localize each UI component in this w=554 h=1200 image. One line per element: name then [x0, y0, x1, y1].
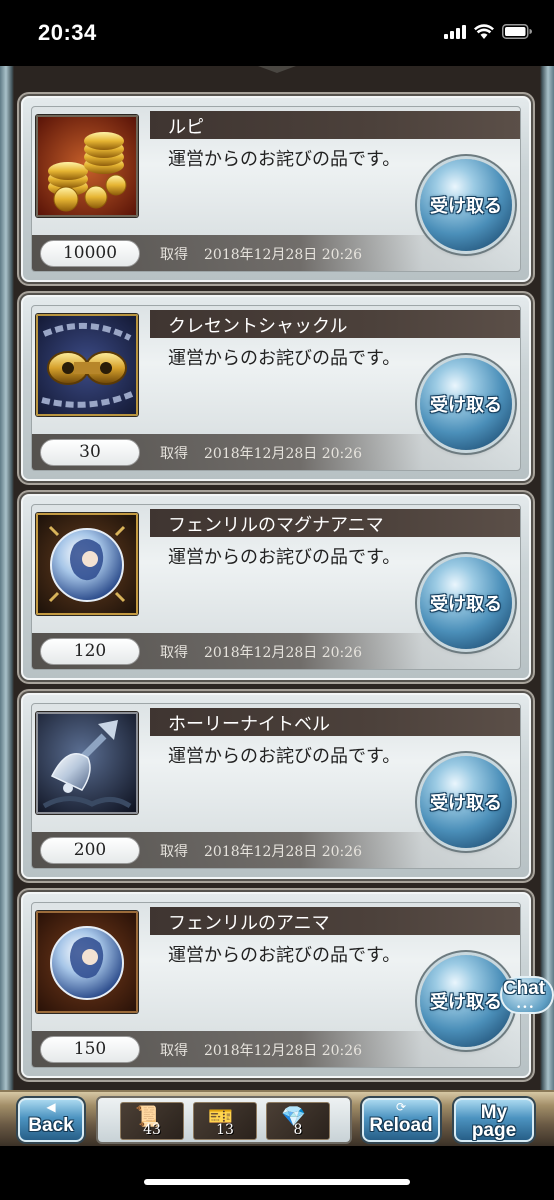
gift-item-inner: ホーリーナイトベル 運営からのお詫びの品です。 200 取得 2018年12月28…: [31, 703, 521, 869]
back-label: Back: [28, 1115, 74, 1136]
scroll-item-count: 43: [143, 1122, 161, 1138]
gift-item-description: 運営からのお詫びの品です。: [168, 945, 401, 966]
status-icons: [444, 24, 532, 39]
gift-item-quantity: 10000: [40, 240, 140, 267]
ticket-item-shortcut[interactable]: 🎫 13: [193, 1102, 257, 1140]
fenrir-omega-anima-icon: [36, 513, 138, 615]
wifi-icon: [474, 24, 494, 39]
crystal-item-count: 8: [293, 1122, 303, 1138]
receive-button-label: 受け取る: [430, 395, 502, 416]
gift-item-name: ホーリーナイトベル: [168, 714, 330, 735]
chat-dots: •••: [516, 1003, 535, 1013]
mypage-button[interactable]: My page: [454, 1098, 534, 1142]
gift-item-inner: ルピ 運営からのお詫びの品です。 10000 取得 2018年12月28日 20:…: [31, 106, 521, 272]
gift-item-quantity: 200: [40, 837, 140, 864]
receive-button[interactable]: 受け取る: [420, 358, 512, 450]
mypage-label-line2: page: [471, 1120, 517, 1141]
battery-icon: [502, 24, 532, 39]
gift-item-card: フェンリルのマグナアニマ 運営からのお詫びの品です。 120 取得 2018年12…: [21, 494, 531, 680]
ticket-item-count: 13: [216, 1122, 234, 1138]
received-date: 2018年12月28日 20:26: [204, 645, 363, 661]
gift-item-inner: フェンリルのアニマ 運営からのお詫びの品です。 150 取得 2018年12月28…: [31, 902, 521, 1068]
receive-button[interactable]: 受け取る: [420, 159, 512, 251]
gift-item-received: 取得 2018年12月28日 20:26: [160, 244, 362, 264]
received-label: 取得: [160, 645, 188, 661]
chat-label: Chat: [502, 978, 546, 999]
gift-item-quantity: 120: [40, 638, 140, 665]
receive-button-label: 受け取る: [430, 793, 502, 814]
gift-item-description: 運営からのお詫びの品です。: [168, 348, 401, 369]
receive-button[interactable]: 受け取る: [420, 756, 512, 848]
gift-item-description: 運営からのお詫びの品です。: [168, 149, 401, 170]
gift-item-received: 取得 2018年12月28日 20:26: [160, 841, 362, 861]
crescent-shackle-icon: [36, 314, 138, 416]
gift-item-name: ルピ: [168, 117, 204, 138]
fenrir-anima-icon: [36, 911, 138, 1013]
home-indicator-area: [0, 1146, 554, 1200]
back-button[interactable]: ◀ Back: [18, 1098, 84, 1142]
gift-item-description: 運営からのお詫びの品です。: [168, 547, 401, 568]
status-time: 20:34: [38, 20, 97, 45]
gift-item-name: フェンリルのマグナアニマ: [168, 515, 384, 536]
reload-button[interactable]: ⟳ Reload: [362, 1098, 440, 1142]
gift-item-title-bar: クレセントシャックル: [150, 310, 520, 338]
home-indicator[interactable]: [144, 1179, 410, 1185]
gift-item-name: クレセントシャックル: [168, 316, 348, 337]
gift-item-card: フェンリルのアニマ 運営からのお詫びの品です。 150 取得 2018年12月28…: [21, 892, 531, 1078]
received-date: 2018年12月28日 20:26: [204, 247, 363, 263]
item-shortcut-panel: 📜 43 🎫 13 💎 8: [96, 1096, 352, 1144]
cellular-signal-icon: [444, 24, 466, 39]
received-date: 2018年12月28日 20:26: [204, 446, 363, 462]
reload-icon: ⟳: [395, 1100, 407, 1114]
gift-item-title-bar: フェンリルのアニマ: [150, 907, 520, 935]
received-label: 取得: [160, 1043, 188, 1059]
receive-button[interactable]: 受け取る: [420, 557, 512, 649]
gift-item-title-bar: ホーリーナイトベル: [150, 708, 520, 736]
gift-item-title-bar: ルピ: [150, 111, 520, 139]
received-label: 取得: [160, 446, 188, 462]
received-date: 2018年12月28日 20:26: [204, 844, 363, 860]
gift-item-received: 取得 2018年12月28日 20:26: [160, 1040, 362, 1060]
ornament-icon: [258, 66, 296, 73]
crystal-item-shortcut[interactable]: 💎 8: [266, 1102, 330, 1140]
received-label: 取得: [160, 844, 188, 860]
scroll-item-shortcut[interactable]: 📜 43: [120, 1102, 184, 1140]
rupie-coins-icon: [36, 115, 138, 217]
gift-item-quantity: 150: [40, 1036, 140, 1063]
received-label: 取得: [160, 247, 188, 263]
gift-item-description: 運営からのお詫びの品です。: [168, 746, 401, 767]
reload-label: Reload: [369, 1115, 433, 1136]
holy-night-bell-icon: [36, 712, 138, 814]
gift-item-inner: フェンリルのマグナアニマ 運営からのお詫びの品です。 120 取得 2018年12…: [31, 504, 521, 670]
status-bar: 20:34: [0, 0, 554, 66]
gift-item-quantity: 30: [40, 439, 140, 466]
gift-item-name: フェンリルのアニマ: [168, 913, 330, 934]
gift-item-card: クレセントシャックル 運営からのお詫びの品です。 30 取得 2018年12月28…: [21, 295, 531, 481]
receive-button-label: 受け取る: [430, 196, 502, 217]
gift-item-title-bar: フェンリルのマグナアニマ: [150, 509, 520, 537]
gift-item-received: 取得 2018年12月28日 20:26: [160, 642, 362, 662]
chat-button[interactable]: Chat •••: [494, 972, 554, 1026]
gift-item-inner: クレセントシャックル 運営からのお詫びの品です。 30 取得 2018年12月28…: [31, 305, 521, 471]
gift-item-card: ホーリーナイトベル 運営からのお詫びの品です。 200 取得 2018年12月28…: [21, 693, 531, 879]
receive-button-label: 受け取る: [430, 594, 502, 615]
back-arrow-icon: ◀: [46, 1100, 56, 1114]
received-date: 2018年12月28日 20:26: [204, 1043, 363, 1059]
bottom-nav-bar: ◀ Back 📜 43 🎫 13 💎 8 ⟳ Reload My page: [0, 1090, 554, 1146]
gift-item-card: ルピ 運営からのお詫びの品です。 10000 取得 2018年12月28日 20:…: [21, 96, 531, 282]
gift-item-received: 取得 2018年12月28日 20:26: [160, 443, 362, 463]
